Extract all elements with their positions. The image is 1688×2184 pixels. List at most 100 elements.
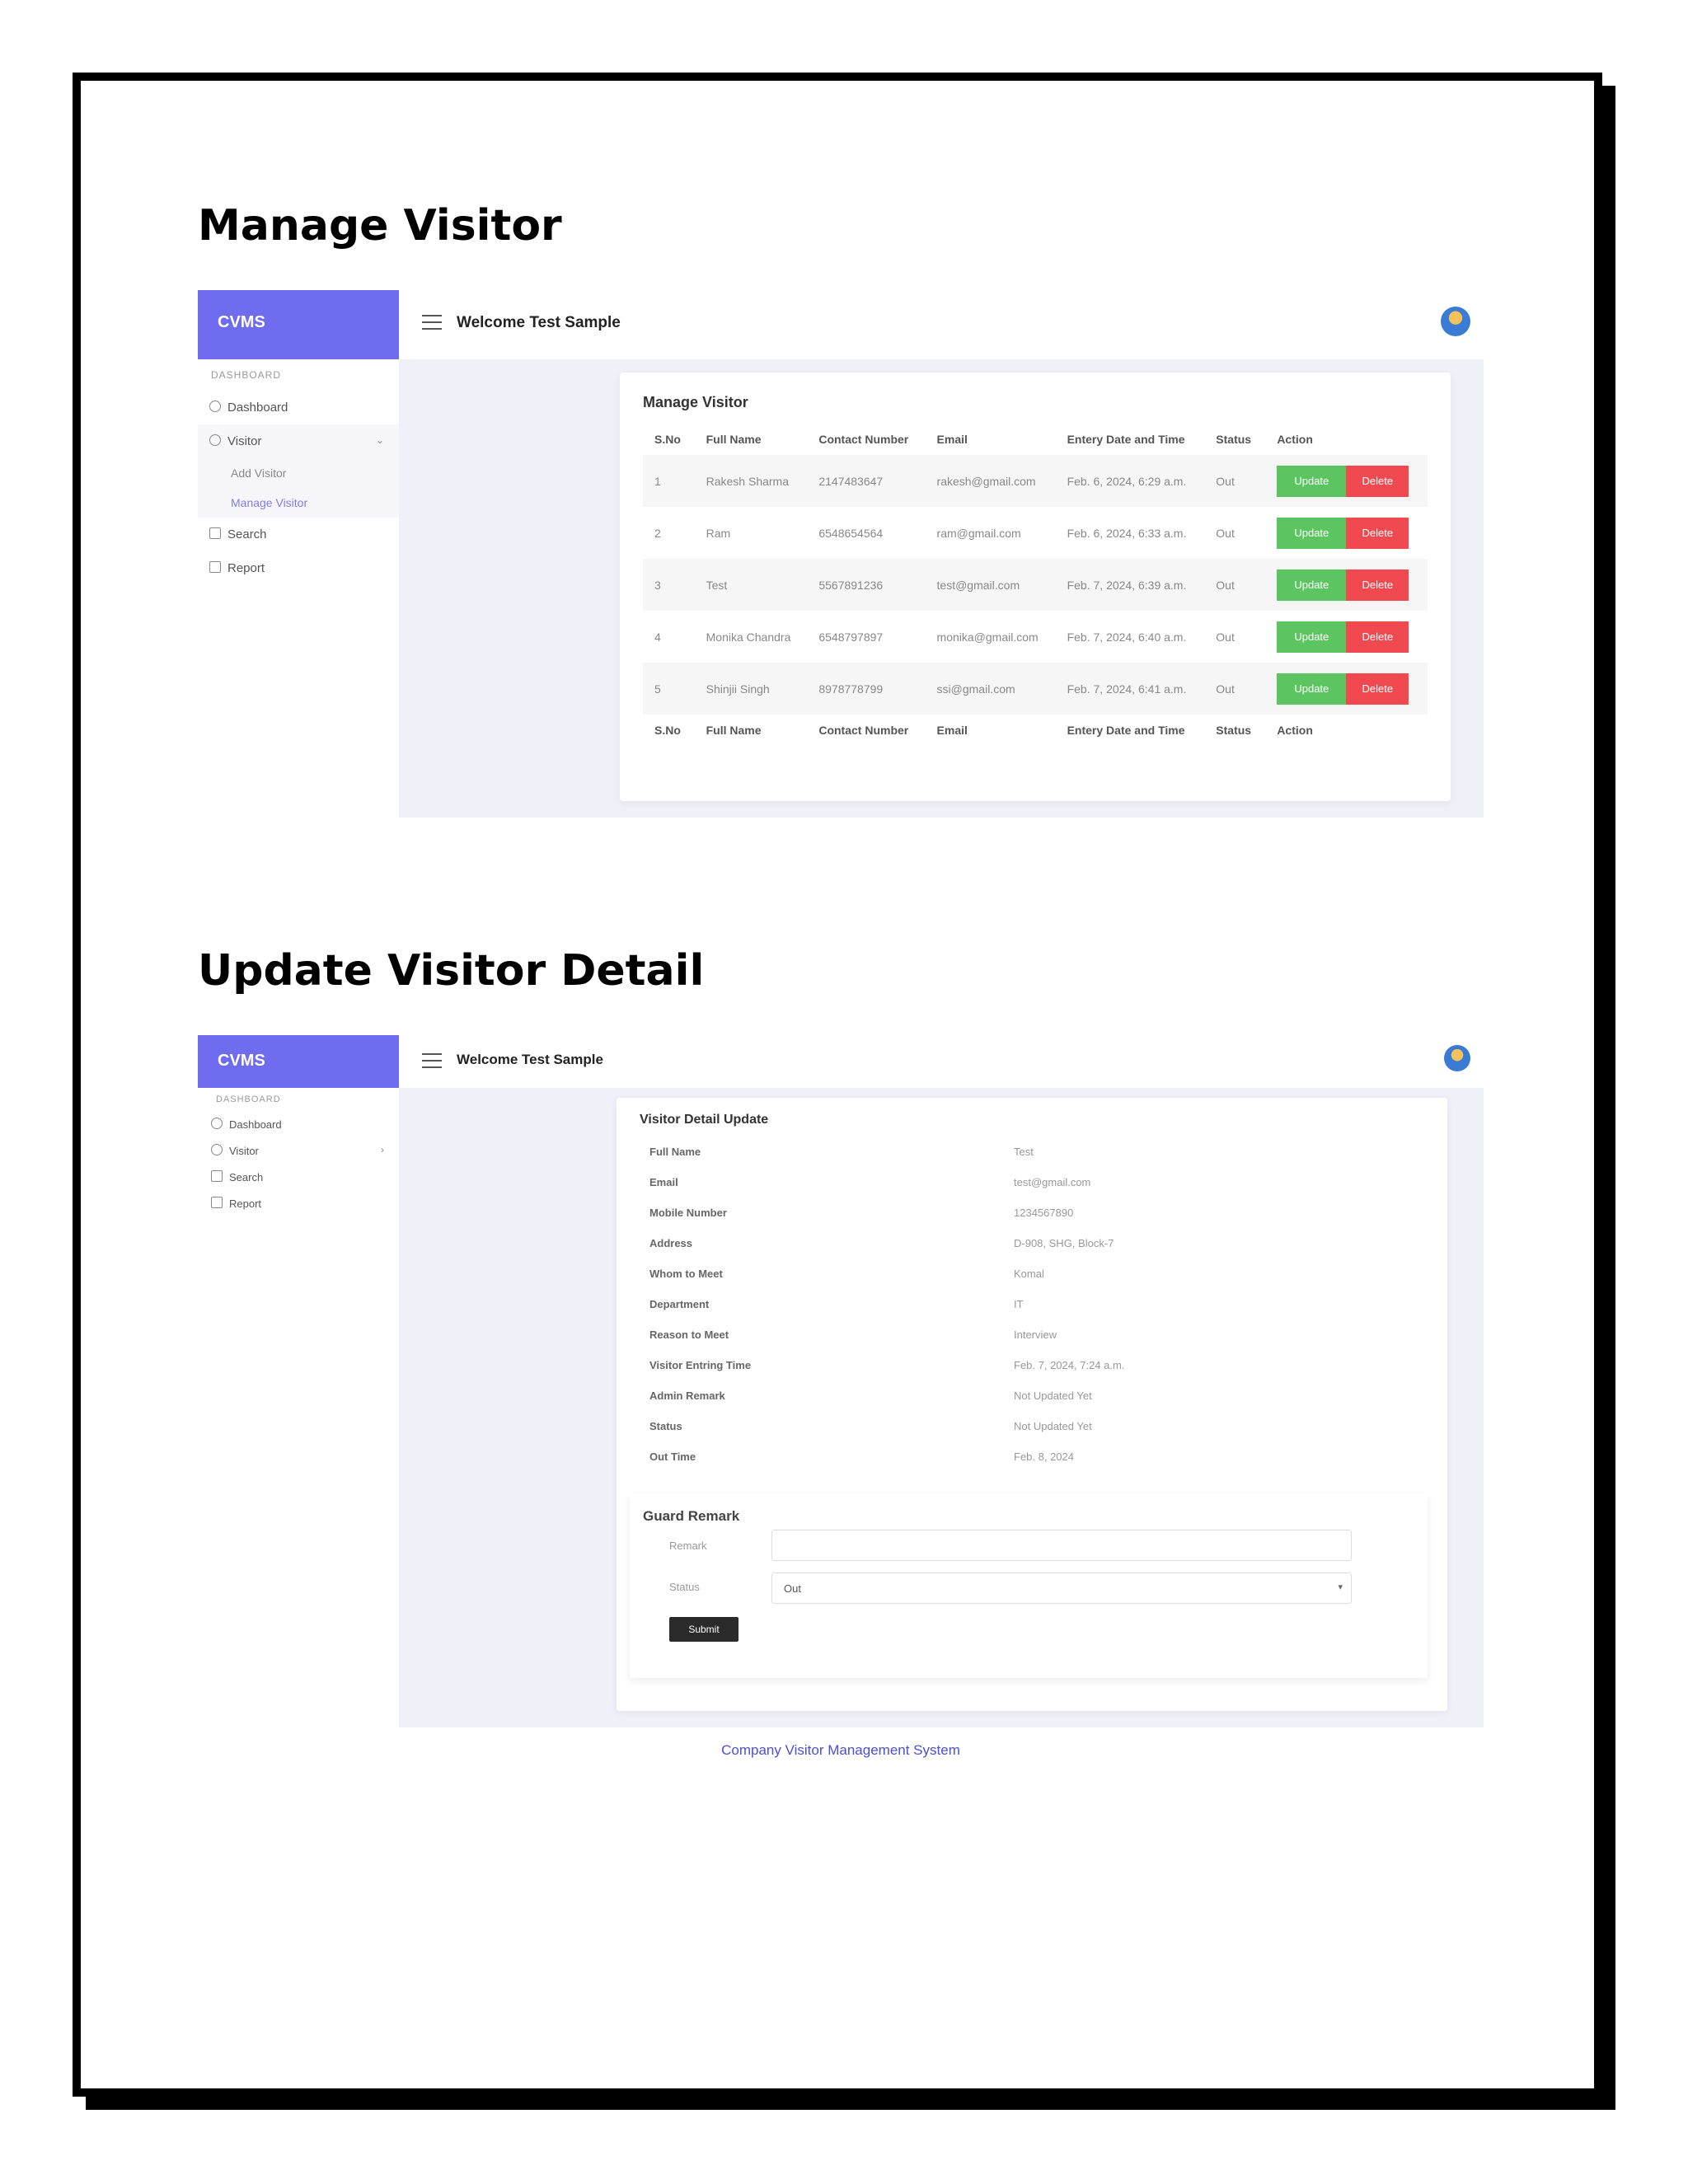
detail-row: Out Time Feb. 8, 2024 (649, 1442, 1414, 1473)
top-bar: Welcome Test Sample (399, 1035, 1484, 1088)
report-icon (209, 561, 221, 573)
cell-status: Out (1216, 630, 1235, 644)
detail-card: Visitor Detail Update Full Name Test Emai… (617, 1098, 1447, 1711)
sidebar-item-visitor[interactable]: Visitor ⌄ (198, 424, 399, 458)
chevron-right-icon: › (381, 1144, 384, 1155)
delete-button[interactable]: Delete (1346, 569, 1409, 601)
cell-sno: 3 (643, 559, 695, 611)
sidebar-item-label: Report (229, 1197, 262, 1210)
cell-date: Feb. 7, 2024, 6:39 a.m. (1055, 559, 1205, 611)
menu-icon[interactable] (422, 315, 442, 330)
menu-icon[interactable] (422, 1053, 442, 1068)
sidebar-item-search[interactable]: Search (198, 1164, 399, 1190)
sidebar-item-manage-visitor[interactable]: Manage Visitor (198, 488, 399, 518)
avatar-icon[interactable] (1441, 307, 1470, 336)
detail-value: Not Updated Yet (1014, 1390, 1092, 1402)
screenshot-update-visitor: CVMS Welcome Test Sample DASHBOARD Dashb… (198, 1035, 1484, 1758)
cell-action: Update Delete (1265, 507, 1428, 559)
sidebar-item-add-visitor[interactable]: Add Visitor (198, 458, 399, 488)
table-row: 3 Test 5567891236 test@gmail.com Feb. 7,… (643, 559, 1428, 611)
sidebar-item-search[interactable]: Search (198, 518, 399, 551)
detail-label: Mobile Number (649, 1207, 727, 1219)
cell-date: Feb. 7, 2024, 6:40 a.m. (1067, 630, 1187, 644)
cell-email: test@gmail.com (925, 559, 1056, 611)
submit-button[interactable]: Submit (669, 1617, 738, 1642)
cell-status: Out (1204, 663, 1266, 715)
cell-date: Feb. 6, 2024, 6:29 a.m. (1055, 455, 1205, 507)
cell-email: rakesh@gmail.com (925, 455, 1056, 507)
sidebar-header: DASHBOARD (211, 369, 282, 381)
detail-label: Address (649, 1237, 693, 1249)
sidebar: DASHBOARD Dashboard Visitor › Search Rep… (198, 1088, 399, 1747)
cell-sno: 2 (654, 526, 661, 540)
col-footer: Status (1216, 724, 1252, 737)
brand-logo[interactable]: CVMS (198, 1035, 399, 1088)
cell-contact: 6548654564 (818, 526, 884, 540)
visitor-icon (209, 434, 221, 446)
col-footer: Full Name (706, 724, 762, 737)
footer-link[interactable]: Company Visitor Management System (198, 1742, 1484, 1759)
avatar-icon[interactable] (1444, 1045, 1470, 1071)
cell-contact: 5567891236 (807, 559, 926, 611)
cell-name: Ram (706, 526, 731, 540)
cell-name: Shinjii Singh (694, 663, 808, 715)
cell-name: Rakesh Sharma (694, 455, 808, 507)
remark-label: Remark (669, 1540, 707, 1552)
col-footer: S.No (654, 724, 681, 737)
delete-button[interactable]: Delete (1346, 517, 1409, 549)
chevron-down-icon: ⌄ (375, 434, 384, 446)
top-bar: Welcome Test Sample (399, 290, 1484, 359)
sidebar-item-dashboard[interactable]: Dashboard (198, 1111, 399, 1137)
cell-status: Out (1204, 455, 1266, 507)
detail-label: Admin Remark (649, 1390, 725, 1402)
delete-button[interactable]: Delete (1346, 621, 1409, 653)
detail-value: Not Updated Yet (1014, 1420, 1092, 1432)
detail-label: Visitor Entring Time (649, 1359, 752, 1371)
cell-status: Out (1216, 526, 1235, 540)
sidebar-item-visitor[interactable]: Visitor › (198, 1137, 399, 1164)
cell-date: Feb. 7, 2024, 6:41 a.m. (1055, 663, 1205, 715)
status-select[interactable]: Out ▾ (771, 1572, 1352, 1604)
detail-label: Status (649, 1420, 682, 1432)
cell-action: Update Delete (1265, 611, 1428, 663)
sidebar-item-report[interactable]: Report (198, 551, 399, 585)
sidebar-item-dashboard[interactable]: Dashboard (198, 391, 399, 424)
detail-value: D-908, SHG, Block-7 (1014, 1237, 1114, 1249)
col-header: Action (1277, 433, 1313, 446)
visitor-icon (211, 1144, 223, 1155)
detail-label: Department (649, 1298, 710, 1310)
update-button[interactable]: Update (1277, 621, 1347, 653)
card-title: Visitor Detail Update (640, 1113, 769, 1127)
brand-logo[interactable]: CVMS (198, 290, 399, 359)
detail-row: Reason to Meet Interview (649, 1320, 1414, 1351)
update-button[interactable]: Update (1277, 517, 1347, 549)
cell-action: Update Delete (1265, 663, 1428, 715)
detail-value: Komal (1014, 1268, 1044, 1280)
cell-sno: 5 (643, 663, 695, 715)
table-row: 1 Rakesh Sharma 2147483647 rakesh@gmail.… (643, 455, 1428, 507)
detail-value: Interview (1014, 1329, 1057, 1341)
sidebar-item-label: Visitor (227, 434, 262, 448)
sidebar-item-report[interactable]: Report (198, 1190, 399, 1216)
col-header: Entery Date and Time (1067, 433, 1185, 446)
status-select-value: Out (784, 1582, 801, 1595)
update-button[interactable]: Update (1277, 465, 1347, 497)
delete-button[interactable]: Delete (1346, 673, 1409, 705)
section-heading-update: Update Visitor Detail (198, 946, 705, 996)
chevron-down-icon: ▾ (1338, 1582, 1343, 1592)
update-button[interactable]: Update (1277, 569, 1347, 601)
delete-button[interactable]: Delete (1346, 465, 1409, 497)
remark-input[interactable] (771, 1530, 1352, 1561)
sidebar-header: DASHBOARD (216, 1094, 281, 1104)
detail-row: Mobile Number 1234567890 (649, 1198, 1414, 1229)
update-button[interactable]: Update (1277, 673, 1347, 705)
cell-date: Feb. 6, 2024, 6:33 a.m. (1067, 526, 1187, 540)
col-footer: Contact Number (818, 724, 909, 737)
cell-action: Update Delete (1265, 455, 1428, 507)
detail-row: Status Not Updated Yet (649, 1412, 1414, 1442)
table-footer-row: S.No Full Name Contact Number Email Ente… (643, 715, 1428, 746)
cell-contact: 2147483647 (807, 455, 926, 507)
detail-value: Feb. 8, 2024 (1014, 1451, 1074, 1463)
table-header-row: S.No Full Name Contact Number Email Ente… (643, 424, 1428, 455)
cell-name: Test (694, 559, 808, 611)
